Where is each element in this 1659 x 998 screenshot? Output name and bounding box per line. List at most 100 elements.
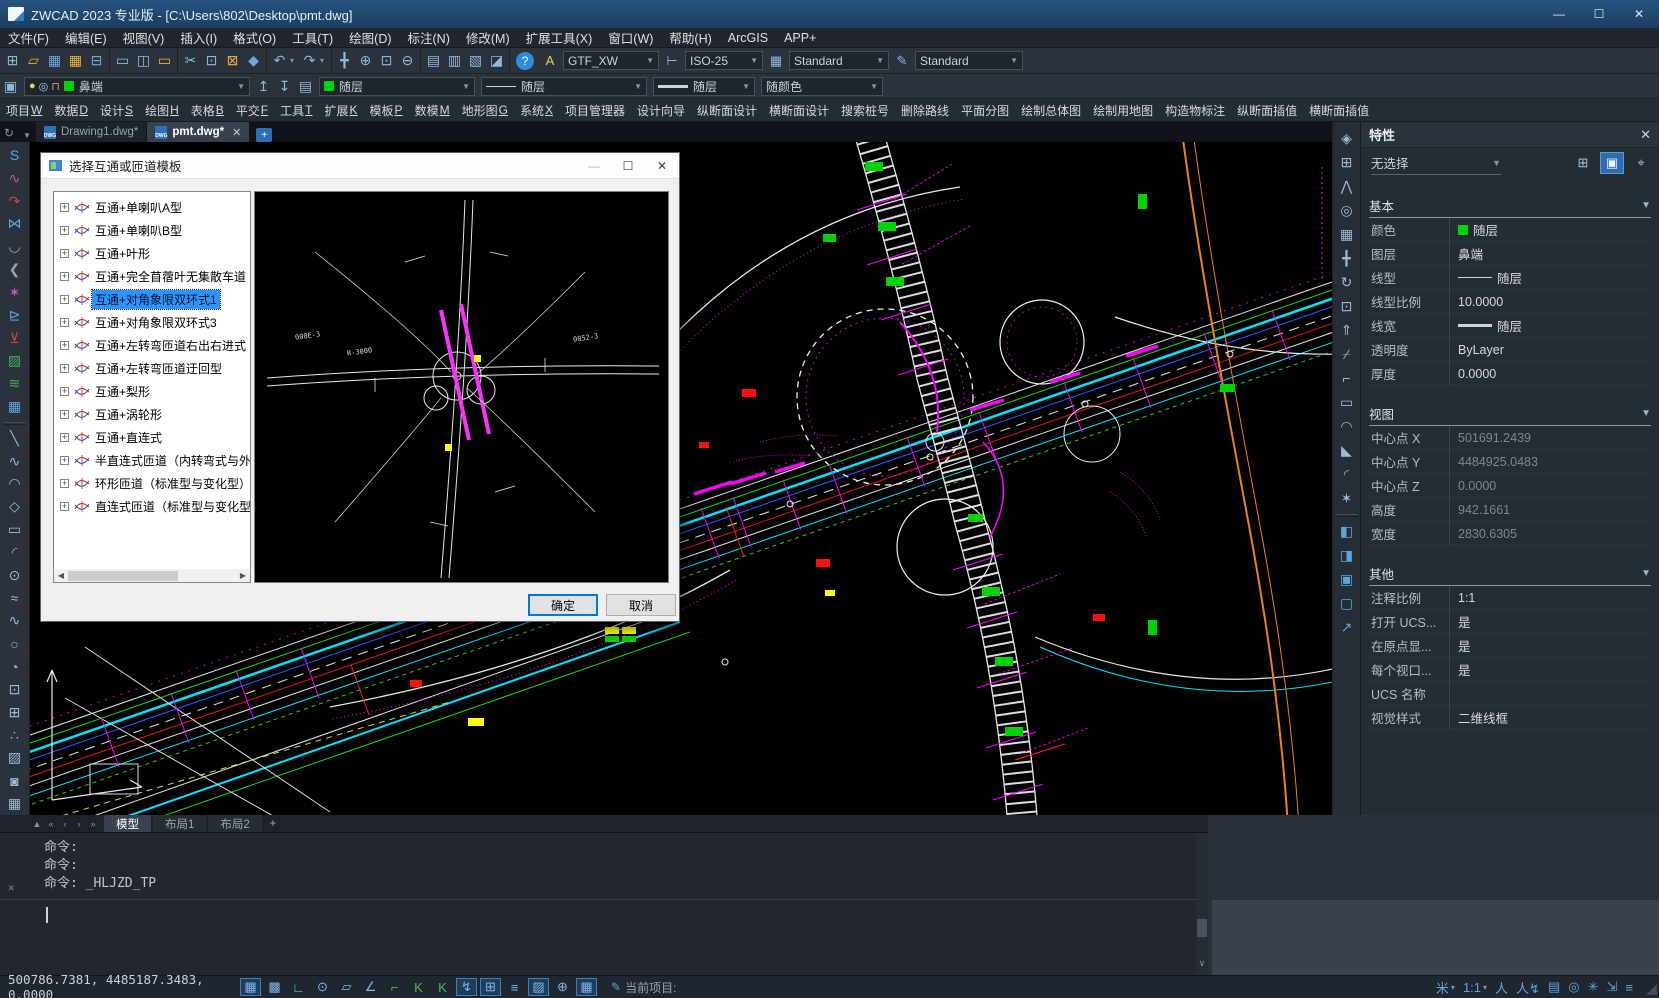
scrollbar-thumb[interactable] — [1197, 919, 1207, 937]
etransmit-icon[interactable]: ⊟ — [86, 51, 107, 71]
tree-item[interactable]: +互通+单喇叭A型 — [54, 196, 250, 219]
bring-above-icon[interactable]: ▣ — [1335, 567, 1359, 591]
arc-icon[interactable]: ◜ — [3, 541, 27, 564]
ribbon-item[interactable]: 构造物标注 — [1159, 99, 1231, 121]
ribbon-item[interactable]: 平交F — [230, 99, 274, 121]
text-style-combo[interactable]: GTF_XW▼ — [563, 51, 659, 70]
copy-icon[interactable]: ⊡ — [201, 51, 222, 71]
expand-icon[interactable]: + — [60, 364, 69, 373]
chamfer-icon[interactable]: ◣ — [1335, 438, 1359, 462]
new-layout-button[interactable]: + — [264, 818, 282, 830]
settings-gear-icon[interactable]: ✳ — [1588, 979, 1599, 995]
road-spline-icon[interactable]: ∿ — [3, 167, 27, 190]
property-value[interactable]: 是 — [1449, 658, 1651, 681]
menubar-item[interactable]: 文件(F) — [0, 28, 57, 47]
color-combo[interactable]: 随层▼ — [319, 77, 475, 96]
maximize-button[interactable]: ☐ — [1579, 0, 1619, 28]
spline-icon[interactable]: ∿ — [3, 610, 27, 633]
zoom-realtime-icon[interactable]: ⊕ — [355, 51, 376, 71]
dim-style-combo[interactable]: ISO-25▼ — [685, 51, 763, 70]
copy-object-icon[interactable]: ⊞ — [1335, 150, 1359, 174]
ribbon-item[interactable]: 删除路线 — [895, 99, 955, 121]
property-value[interactable]: 是 — [1449, 634, 1651, 657]
menubar-item[interactable]: 绘图(D) — [341, 28, 399, 47]
first-layout-icon[interactable]: « — [44, 819, 58, 829]
arc-3pt-icon[interactable]: ◠ — [3, 473, 27, 496]
scroll-left-icon[interactable]: ◀ — [54, 570, 68, 582]
ribbon-item[interactable]: 横断面插值 — [1303, 99, 1375, 121]
property-value[interactable]: 是 — [1449, 610, 1651, 633]
ribbon-item[interactable]: 系统X — [514, 99, 559, 121]
undo-dropdown-icon[interactable]: ▾ — [290, 56, 299, 65]
command-scrollbar[interactable]: ∨ — [1196, 833, 1208, 976]
send-under-icon[interactable]: ▢ — [1335, 591, 1359, 615]
expand-icon[interactable]: + — [60, 226, 69, 235]
bring-to-front-icon[interactable]: ◧ — [1335, 519, 1359, 543]
break-icon[interactable]: ▭ — [1335, 390, 1359, 414]
open-file-icon[interactable]: ▱ — [23, 51, 44, 71]
print-icon[interactable]: ▭ — [112, 51, 133, 71]
tab-sync-icon[interactable]: ↻ — [0, 126, 18, 142]
annotation-visibility-icon[interactable]: 人 — [1495, 978, 1508, 997]
tree-item[interactable]: +互通+叶形 — [54, 242, 250, 265]
section-header[interactable]: 视图▼ — [1369, 402, 1651, 426]
linetype-combo[interactable]: 随层▼ — [481, 77, 647, 96]
ribbon-item[interactable]: 数模M — [409, 99, 456, 121]
property-value[interactable]: 随层 — [1449, 266, 1651, 289]
circle-icon[interactable]: ⊙ — [3, 564, 27, 587]
snap-icon[interactable]: ▩ — [264, 978, 285, 996]
ribbon-item[interactable]: 工具T — [274, 99, 318, 121]
object-snap-icon[interactable]: ▱ — [336, 978, 357, 996]
menubar-item[interactable]: 标注(N) — [400, 28, 458, 47]
annotation-monitor-icon[interactable]: ▦ — [576, 978, 597, 996]
save-icon[interactable]: ▦ — [44, 51, 65, 71]
layer-lock-icon[interactable]: ⊓ — [51, 80, 60, 93]
property-value[interactable]: 501691.2439 — [1449, 426, 1651, 449]
menubar-item[interactable]: 扩展工具(X) — [518, 28, 601, 47]
road-junction-icon[interactable]: ◡ — [3, 235, 27, 258]
ribbon-item[interactable]: 纵断面设计 — [691, 99, 763, 121]
property-value[interactable]: 二维线框 — [1449, 706, 1651, 729]
layout-tab-layout2[interactable]: 布局2 — [208, 815, 261, 832]
locate-point-icon[interactable]: ◎ — [1568, 979, 1579, 995]
extend-icon[interactable]: ⌐ — [1335, 366, 1359, 390]
layer-combo[interactable]: ● ◎ ⊓ 鼻端▼ — [24, 77, 250, 96]
ribbon-item[interactable]: 横断面设计 — [763, 99, 835, 121]
menubar-item[interactable]: ArcGIS — [720, 28, 776, 47]
selection-cycling-icon[interactable]: ⊕ — [552, 978, 573, 996]
layer-previous-icon[interactable]: ↧ — [274, 76, 295, 96]
close-button[interactable]: ✕ — [1619, 0, 1659, 28]
ribbon-item[interactable]: 扩展K — [319, 99, 364, 121]
explode-icon[interactable]: ✶ — [1335, 486, 1359, 510]
save-as-icon[interactable]: ▦ — [65, 51, 86, 71]
select-objects-icon[interactable]: ▣ — [1600, 152, 1624, 174]
cancel-button[interactable]: 取消 — [606, 594, 676, 616]
annotation-scale-icon[interactable]: 1:1▾ — [1463, 980, 1487, 995]
join-icon[interactable]: ◠ — [1335, 414, 1359, 438]
scroll-down-icon[interactable]: ∨ — [1196, 959, 1208, 969]
ellipse-arc-icon[interactable]: ◔ — [3, 655, 27, 678]
dialog-close-button[interactable]: ✕ — [645, 154, 679, 178]
doc-tab-drawing1[interactable]: DWG Drawing1.dwg* — [36, 122, 146, 142]
resize-grip[interactable]: ◢ — [1646, 980, 1657, 997]
new-file-icon[interactable]: ⊞ — [2, 51, 23, 71]
ribbon-item[interactable]: 模板P — [364, 99, 409, 121]
new-tab-button[interactable]: + — [256, 128, 272, 142]
road-intersection-icon[interactable]: ⋈ — [3, 212, 27, 235]
tree-item[interactable]: +直连式匝道（标准型与变化型） — [54, 495, 250, 518]
expand-icon[interactable]: + — [60, 203, 69, 212]
terrain-model-icon[interactable]: ▨ — [3, 349, 27, 372]
insert-block-icon[interactable]: ⊡ — [3, 678, 27, 701]
publish-icon[interactable]: ▭ — [154, 51, 175, 71]
ribbon-item[interactable]: 纵断面插值 — [1231, 99, 1303, 121]
sheet-palette-icon[interactable]: ▥ — [444, 51, 465, 71]
mirror-icon[interactable]: ⋀ — [1335, 174, 1359, 198]
dialog-title-bar[interactable]: 选择互通或匝道模板 — ☐ ✕ — [41, 153, 679, 179]
road-profile-icon[interactable]: ⊵ — [3, 304, 27, 327]
scale-icon[interactable]: ⊡ — [1335, 294, 1359, 318]
redo-dropdown-icon[interactable]: ▾ — [320, 56, 329, 65]
menubar-item[interactable]: 修改(M) — [458, 28, 518, 47]
data-table-icon[interactable]: ▦ — [3, 395, 27, 418]
tree-item[interactable]: +互通+左转弯匝道右出右进式 — [54, 334, 250, 357]
zoom-window-icon[interactable]: ⊡ — [376, 51, 397, 71]
